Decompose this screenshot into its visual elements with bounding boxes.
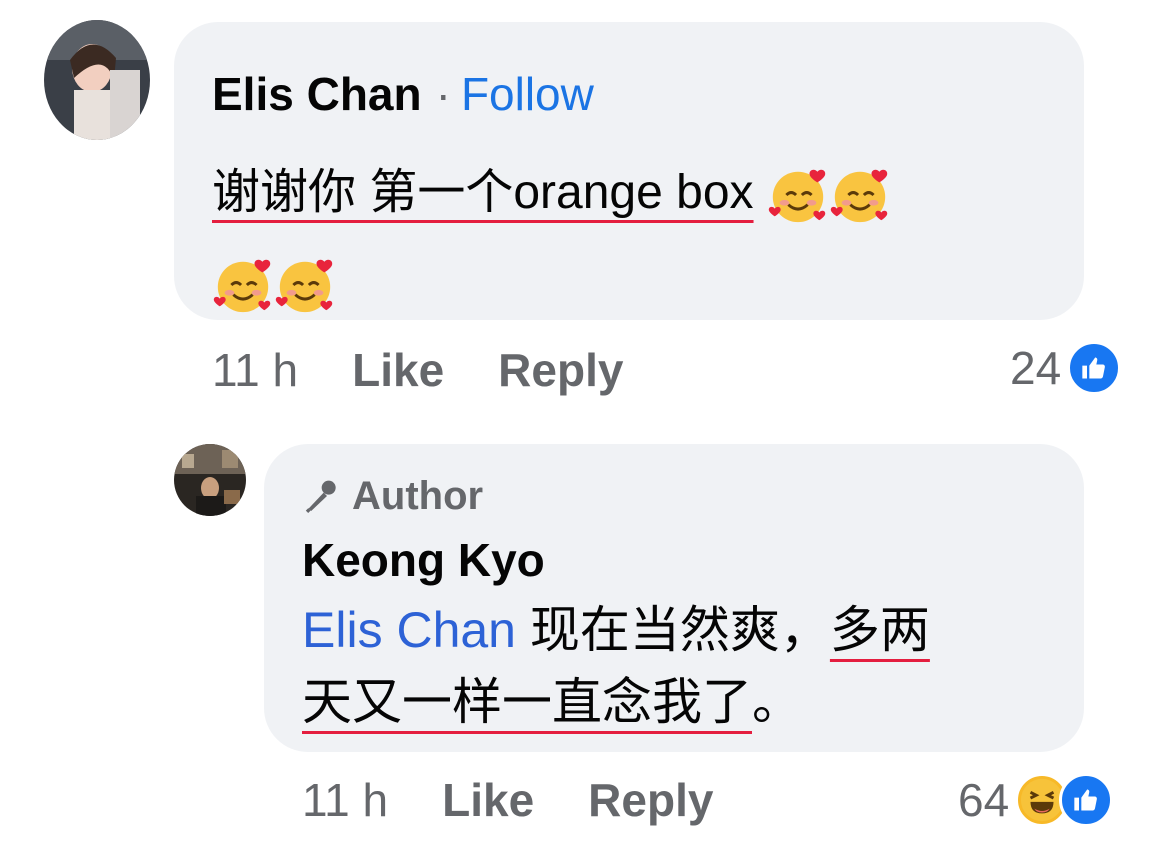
microphone-icon bbox=[302, 476, 342, 516]
reply-reply-button[interactable]: Reply bbox=[588, 773, 713, 827]
reaction-count: 24 bbox=[1010, 342, 1062, 394]
reply-reaction-summary[interactable]: 64 bbox=[958, 770, 1114, 830]
smiling-face-with-hearts-icon bbox=[274, 254, 336, 316]
reply-text-end: 。 bbox=[752, 674, 802, 730]
reply-button[interactable]: Reply bbox=[498, 343, 623, 397]
smiling-face-with-hearts-icon bbox=[767, 164, 829, 226]
reply-like-button[interactable]: Like bbox=[442, 773, 534, 827]
separator-dot: · bbox=[435, 68, 451, 120]
reply-author-name[interactable]: Keong Kyo bbox=[302, 532, 545, 588]
like-button[interactable]: Like bbox=[352, 343, 444, 397]
like-reaction-icon bbox=[1067, 341, 1122, 395]
reply-reaction-count: 64 bbox=[958, 774, 1010, 826]
comment-actions: 11 h Like Reply bbox=[212, 342, 677, 398]
reply-text-underlined-b: 天又一样一直念我了 bbox=[302, 674, 752, 730]
smiling-face-with-hearts-icon bbox=[829, 164, 891, 226]
comment-bubble: Elis Chan · Follow 谢谢你 第一个orange box bbox=[174, 22, 1084, 320]
comment-author-name[interactable]: Elis Chan bbox=[212, 68, 422, 120]
avatar-keong-kyo[interactable] bbox=[174, 444, 246, 516]
reply-timestamp[interactable]: 11 h bbox=[302, 773, 388, 827]
comment-text: 谢谢你 第一个orange box bbox=[212, 148, 1072, 328]
reply-bubble: Author Keong Kyo Elis Chan 现在当然爽，多两 天又一样… bbox=[264, 444, 1084, 752]
reply-text-part1: 现在当然爽， bbox=[529, 602, 830, 658]
author-badge: Author bbox=[302, 472, 483, 520]
like-reaction-icon bbox=[1059, 773, 1114, 827]
comment-header: Elis Chan · Follow bbox=[212, 66, 594, 122]
mention-link[interactable]: Elis Chan bbox=[302, 602, 516, 658]
comment-text-underlined: 谢谢你 第一个orange box bbox=[212, 166, 754, 219]
reply-actions: 11 h Like Reply bbox=[302, 772, 767, 828]
reply-text-underlined-a: 多两 bbox=[829, 602, 930, 658]
reply-text: Elis Chan 现在当然爽，多两 天又一样一直念我了。 bbox=[302, 594, 1062, 738]
avatar-elis-chan[interactable] bbox=[44, 20, 150, 140]
follow-link[interactable]: Follow bbox=[461, 68, 594, 120]
smiling-face-with-hearts-icon bbox=[212, 254, 274, 316]
author-badge-label: Author bbox=[352, 474, 484, 518]
comment-timestamp[interactable]: 11 h bbox=[212, 343, 298, 397]
reaction-summary[interactable]: 24 bbox=[1010, 338, 1122, 398]
